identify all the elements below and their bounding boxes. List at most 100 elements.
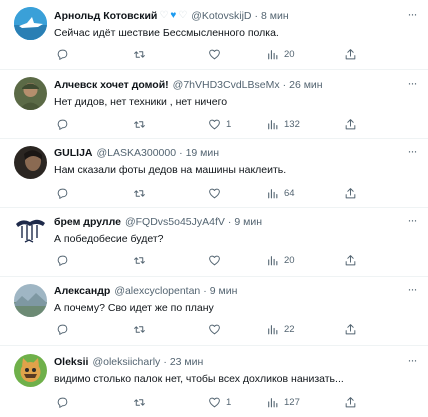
retweet-button[interactable] (133, 47, 146, 61)
share-button[interactable] (344, 322, 357, 336)
retweet-icon (134, 398, 145, 406)
like-button[interactable]: 1 (208, 117, 231, 131)
tweet[interactable]: Александр @alexcyclopentan · 9 мин А поч… (0, 277, 428, 346)
share-icon (345, 187, 356, 198)
more-options-icon[interactable]: ··· (406, 354, 418, 369)
author-handle[interactable]: @KotovskijD (191, 9, 251, 23)
like-button[interactable] (208, 186, 226, 200)
author-name[interactable]: Александр (54, 284, 110, 298)
reply-button[interactable] (56, 47, 69, 61)
avatar[interactable] (14, 284, 47, 317)
share-button[interactable] (344, 186, 357, 200)
more-options-icon[interactable]: ··· (406, 214, 418, 229)
views-button[interactable]: 132 (266, 117, 300, 131)
retweet-icon (134, 50, 145, 58)
views-button[interactable]: 20 (266, 47, 295, 61)
view-count: 132 (284, 118, 300, 130)
tree-avatar (14, 214, 47, 247)
share-icon (345, 323, 356, 334)
avatar[interactable] (14, 146, 47, 179)
reply-button[interactable] (56, 253, 69, 267)
share-icon (345, 48, 356, 59)
reply-icon (57, 119, 68, 130)
view-count: 20 (284, 254, 295, 266)
avatar[interactable] (14, 77, 47, 110)
more-options-icon[interactable]: ··· (406, 145, 418, 160)
tweet-text: Сейчас идёт шествие Бессмысленного полка… (54, 27, 279, 39)
white-heart-icon: ♡ (159, 10, 169, 21)
blue-heart-icon: ♥ (170, 10, 177, 21)
like-button[interactable] (208, 47, 226, 61)
tweet[interactable]: Арнольд Котовский ♡ ♥ ♡ @KotovskijD · 8 … (0, 0, 428, 70)
analytics-icon (268, 188, 278, 198)
reply-feed: Арнольд Котовский ♡ ♥ ♡ @KotovskijD · 8 … (0, 0, 428, 417)
more-options-icon[interactable]: ··· (406, 283, 418, 298)
tweet-text: видимо столько палок нет, чтобы всех дох… (54, 373, 344, 385)
retweet-button[interactable] (133, 117, 146, 131)
share-button[interactable] (344, 47, 357, 61)
view-count: 127 (284, 396, 300, 408)
tweet[interactable]: брем друлле @FQDvs5o45JyA4fV · 9 мин А п… (0, 208, 428, 277)
reply-icon (57, 324, 68, 335)
tweet[interactable]: GULIJA @LASKA300000 · 19 мин Нам сказали… (0, 139, 428, 208)
more-options-icon[interactable]: ··· (406, 77, 418, 92)
like-button[interactable] (208, 253, 226, 267)
heart-icon (209, 49, 220, 59)
views-button[interactable]: 22 (266, 322, 295, 336)
author-handle[interactable]: @7hVHD3CvdLBseMx (173, 78, 280, 92)
timestamp[interactable]: 19 мин (186, 146, 219, 160)
tweet-text: А почему? Сво идет же по плану (54, 302, 214, 314)
retweet-button[interactable] (133, 253, 146, 267)
tweet[interactable]: Oleksii @oleksiicharly · 23 мин видимо с… (0, 346, 428, 417)
soldier-avatar (14, 77, 47, 110)
author-handle[interactable]: @alexcyclopentan (114, 284, 200, 298)
views-button[interactable]: 20 (266, 253, 295, 267)
avatar[interactable] (14, 7, 47, 40)
like-button[interactable] (208, 322, 226, 336)
share-button[interactable] (344, 117, 357, 131)
timestamp[interactable]: 23 мин (170, 355, 203, 369)
tweet-text: Нам сказали фоты дедов на машины наклеит… (54, 164, 287, 176)
author-name[interactable]: Oleksii (54, 355, 88, 369)
author-handle[interactable]: @oleksiicharly (92, 355, 160, 369)
heart-icon (209, 188, 220, 198)
more-options-icon[interactable]: ··· (406, 8, 418, 23)
cat-avatar (14, 354, 47, 387)
retweet-button[interactable] (133, 322, 146, 336)
tweet[interactable]: Алчевск хочет домой! @7hVHD3CvdLBseMx · … (0, 70, 428, 139)
avatar[interactable] (14, 354, 47, 387)
timestamp[interactable]: 26 мин (289, 78, 322, 92)
author-handle[interactable]: @LASKA300000 (97, 146, 177, 160)
author-name[interactable]: GULIJA (54, 146, 93, 160)
like-count: 1 (226, 118, 232, 130)
views-button[interactable]: 127 (266, 395, 300, 409)
author-name[interactable]: брем друлле (54, 215, 121, 229)
timestamp[interactable]: 9 мин (210, 284, 238, 298)
heart-icon (209, 119, 220, 129)
like-count: 1 (226, 396, 232, 408)
share-button[interactable] (344, 253, 357, 267)
landscape-avatar (14, 284, 47, 317)
retweet-icon (134, 189, 145, 197)
avatar[interactable] (14, 214, 47, 247)
views-button[interactable]: 64 (266, 186, 295, 200)
retweet-button[interactable] (133, 395, 146, 409)
view-count: 20 (284, 48, 295, 60)
timestamp[interactable]: 8 мин (261, 9, 289, 23)
reply-button[interactable] (56, 322, 69, 336)
author-name[interactable]: Арнольд Котовский (54, 9, 157, 23)
share-button[interactable] (344, 395, 357, 409)
reply-button[interactable] (56, 186, 69, 200)
timestamp[interactable]: 9 мин (234, 215, 262, 229)
reply-button[interactable] (56, 117, 69, 131)
author-handle[interactable]: @FQDvs5o45JyA4fV (125, 215, 225, 229)
author-name[interactable]: Алчевск хочет домой! (54, 78, 169, 92)
share-icon (345, 396, 356, 407)
like-button[interactable]: 1 (208, 395, 231, 409)
retweet-button[interactable] (133, 186, 146, 200)
dark-portrait-avatar (14, 146, 47, 179)
retweet-icon (134, 256, 145, 264)
reply-button[interactable] (56, 395, 69, 409)
analytics-icon (268, 119, 278, 129)
heart-icon (209, 324, 220, 334)
